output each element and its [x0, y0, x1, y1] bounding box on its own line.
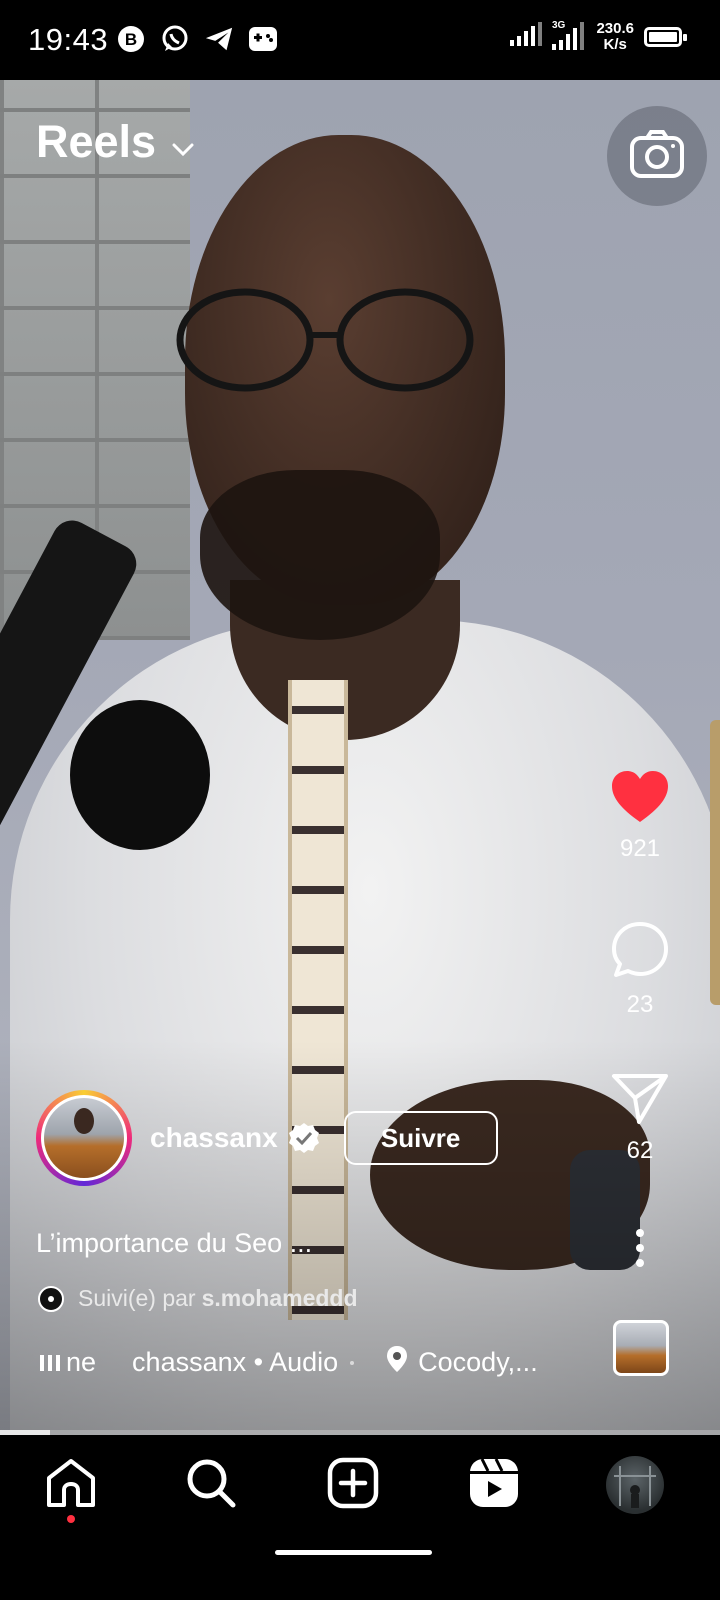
- microphone: [70, 700, 210, 850]
- status-time: 19:43: [28, 22, 109, 57]
- network-speed: 230.6 K/s: [596, 19, 634, 53]
- more-options-button[interactable]: [600, 1228, 680, 1273]
- follow-button[interactable]: Suivre: [343, 1111, 498, 1165]
- add-post-icon: [327, 1457, 379, 1514]
- share-count: 62: [626, 1137, 654, 1164]
- network-speed-value: 230.6: [596, 19, 634, 37]
- reel-caption[interactable]: L’importance du Seo ...: [36, 1228, 312, 1259]
- svg-text:3G: 3G: [552, 20, 566, 31]
- location-pin-icon: [386, 1345, 408, 1380]
- location-tag[interactable]: Cocody,...: [386, 1345, 538, 1380]
- beard: [200, 470, 440, 640]
- reels-title-dropdown[interactable]: Reels: [36, 116, 194, 168]
- heart-icon[interactable]: [610, 771, 670, 828]
- nav-search[interactable]: [181, 1455, 241, 1515]
- nav-create[interactable]: [323, 1455, 383, 1515]
- scroll-indicator: [710, 720, 720, 1005]
- glasses: [176, 288, 474, 392]
- audio-row[interactable]: ne chassanx • Audio Cocody,...: [40, 1345, 538, 1380]
- send-icon[interactable]: [611, 1074, 669, 1130]
- comment-icon[interactable]: [610, 922, 670, 984]
- battery-icon: [644, 26, 687, 47]
- profile-avatar: [606, 1456, 664, 1514]
- verified-badge-icon: [288, 1122, 320, 1154]
- whatsapp-icon: [160, 24, 190, 54]
- comment-action[interactable]: 23: [600, 920, 680, 1019]
- network-speed-unit: K/s: [603, 35, 627, 53]
- telegram-icon: [204, 24, 234, 54]
- nav-reels[interactable]: [464, 1455, 524, 1515]
- audio-track[interactable]: chassanx • Audio: [132, 1347, 338, 1378]
- camera-button[interactable]: [607, 106, 707, 206]
- nav-profile[interactable]: [605, 1455, 665, 1515]
- followed-by-avatar: [38, 1285, 64, 1312]
- signal-3g-icon: 3G: [552, 18, 586, 55]
- search-icon: [185, 1457, 237, 1514]
- status-right: 3G 230.6 K/s: [510, 18, 687, 55]
- like-count: 921: [619, 835, 661, 862]
- page-title: Reels: [36, 116, 157, 167]
- followed-by[interactable]: Suivi(e) par s.mohameddd: [38, 1285, 358, 1312]
- audio-partial-label: ne: [66, 1347, 97, 1377]
- home-notification-dot: [67, 1515, 75, 1523]
- avatar-photo: [44, 1098, 124, 1178]
- bottom-nav: [0, 1435, 720, 1600]
- location-label: Cocody,...: [418, 1347, 538, 1377]
- share-action[interactable]: 62: [600, 1072, 680, 1165]
- like-action[interactable]: 921: [600, 770, 680, 863]
- separator-dot: [350, 1360, 355, 1365]
- comment-count: 23: [626, 991, 654, 1018]
- camera-icon: [629, 129, 685, 184]
- followed-by-user: s.mohameddd: [201, 1285, 358, 1311]
- home-indicator[interactable]: [275, 1550, 432, 1555]
- signal-icon: [510, 22, 543, 51]
- more-vertical-icon[interactable]: [635, 1229, 645, 1272]
- status-bar: 19:43 B 3G 230.6 K/s: [0, 0, 720, 80]
- followed-by-prefix: Suivi(e) par: [78, 1285, 196, 1311]
- home-icon: [45, 1458, 97, 1513]
- author-username[interactable]: chassanx: [150, 1122, 278, 1154]
- equalizer-icon: [40, 1354, 60, 1371]
- reels-icon: [468, 1457, 520, 1514]
- audio-thumbnail[interactable]: [613, 1320, 669, 1376]
- chevron-down-icon: [172, 116, 194, 168]
- nav-home[interactable]: [41, 1455, 101, 1515]
- b-app-icon: B: [116, 24, 146, 54]
- game-controller-icon: [248, 24, 278, 54]
- avatar[interactable]: [36, 1090, 132, 1186]
- author-row: chassanx Suivre: [36, 1090, 498, 1186]
- svg-text:B: B: [125, 30, 137, 49]
- notification-icons: B: [116, 24, 278, 54]
